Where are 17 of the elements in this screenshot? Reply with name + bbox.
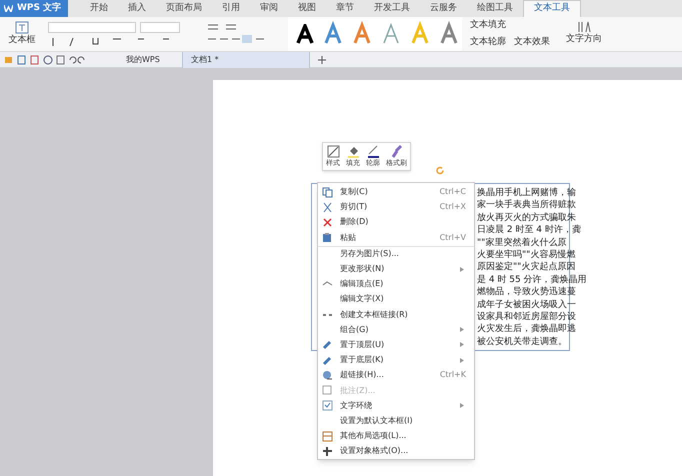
text-line: 火灾发生后，龚焕晶即逃 xyxy=(477,323,577,336)
text-line: 被公安机关带走调查。 xyxy=(477,336,568,348)
text-line: 日凌晨 2 时至 4 时许，龚 xyxy=(477,224,582,237)
text-line: 放火再灭火的方式骗取朱 xyxy=(477,212,577,224)
text-line: 换晶用手机上网赌博，输 xyxy=(477,187,577,200)
shortcut-text: Ctrl+X xyxy=(440,201,466,214)
text-line: 燃物品，导致火势迅速蔓 xyxy=(477,286,577,299)
text-line: 是 4 时 55 分许，龚焕晶用 xyxy=(477,274,587,286)
text-line: ""家里突然着火什么原 xyxy=(477,236,568,250)
shortcut-text: Ctrl+C xyxy=(439,186,466,198)
text-line: 设家具和邻近房屋部分设 xyxy=(477,311,577,324)
text-line: 成年子女被困火场吸入一 xyxy=(477,298,577,312)
text-line: 火要坐牢吗""火容易慢燃 xyxy=(477,249,576,262)
text-line: 家一块手表典当所得赃款 xyxy=(477,199,577,212)
text-line: 原因鉴定""火灾起点原因 xyxy=(477,261,576,274)
shortcut-text: Ctrl+V xyxy=(440,232,466,244)
shortcut-text: Ctrl+K xyxy=(440,369,466,382)
